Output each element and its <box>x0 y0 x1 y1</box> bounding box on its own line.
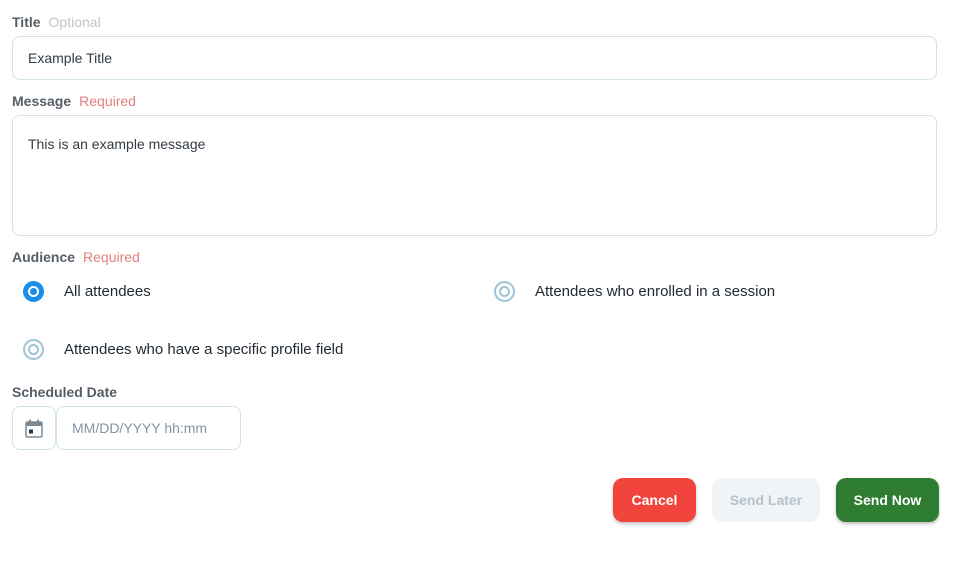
send-now-button[interactable]: Send Now <box>836 478 939 522</box>
message-label-row: Message Required <box>12 93 136 109</box>
title-label-row: Title Optional <box>12 14 101 30</box>
scheduled-date-label: Scheduled Date <box>12 384 118 400</box>
audience-required-hint: Required <box>83 249 140 265</box>
scheduled-date-label-row: Scheduled Date <box>12 384 117 400</box>
notification-form: Title Optional Example Title Message Req… <box>0 0 962 562</box>
title-optional-hint: Optional <box>48 14 101 30</box>
message-required-hint: Required <box>79 93 136 109</box>
title-input[interactable]: Example Title <box>12 36 937 80</box>
radio-selected-icon[interactable] <box>23 281 44 302</box>
audience-label-row: Audience Required <box>12 249 140 265</box>
audience-option-label: Attendees who have a specific profile fi… <box>64 341 344 358</box>
audience-option-label: All attendees <box>64 283 151 300</box>
title-label: Title <box>12 14 41 30</box>
title-input-value: Example Title <box>28 50 113 66</box>
scheduled-date-input[interactable] <box>56 406 241 450</box>
message-textarea-value: This is an example message <box>28 136 206 152</box>
audience-option-profile-field[interactable]: Attendees who have a specific profile fi… <box>23 339 343 360</box>
audience-option-enrolled-session[interactable]: Attendees who enrolled in a session <box>494 281 775 302</box>
scheduled-date-group <box>12 406 241 450</box>
audience-option-label: Attendees who enrolled in a session <box>535 283 776 300</box>
calendar-icon <box>25 419 43 438</box>
radio-unselected-icon[interactable] <box>23 339 44 360</box>
send-later-button[interactable]: Send Later <box>712 478 820 522</box>
cancel-button[interactable]: Cancel <box>613 478 696 522</box>
audience-label: Audience <box>12 249 76 265</box>
message-label: Message <box>12 93 72 109</box>
calendar-button[interactable] <box>12 406 56 450</box>
radio-unselected-icon[interactable] <box>494 281 515 302</box>
audience-option-all-attendees[interactable]: All attendees <box>23 281 151 302</box>
message-textarea[interactable]: This is an example message <box>12 115 937 236</box>
